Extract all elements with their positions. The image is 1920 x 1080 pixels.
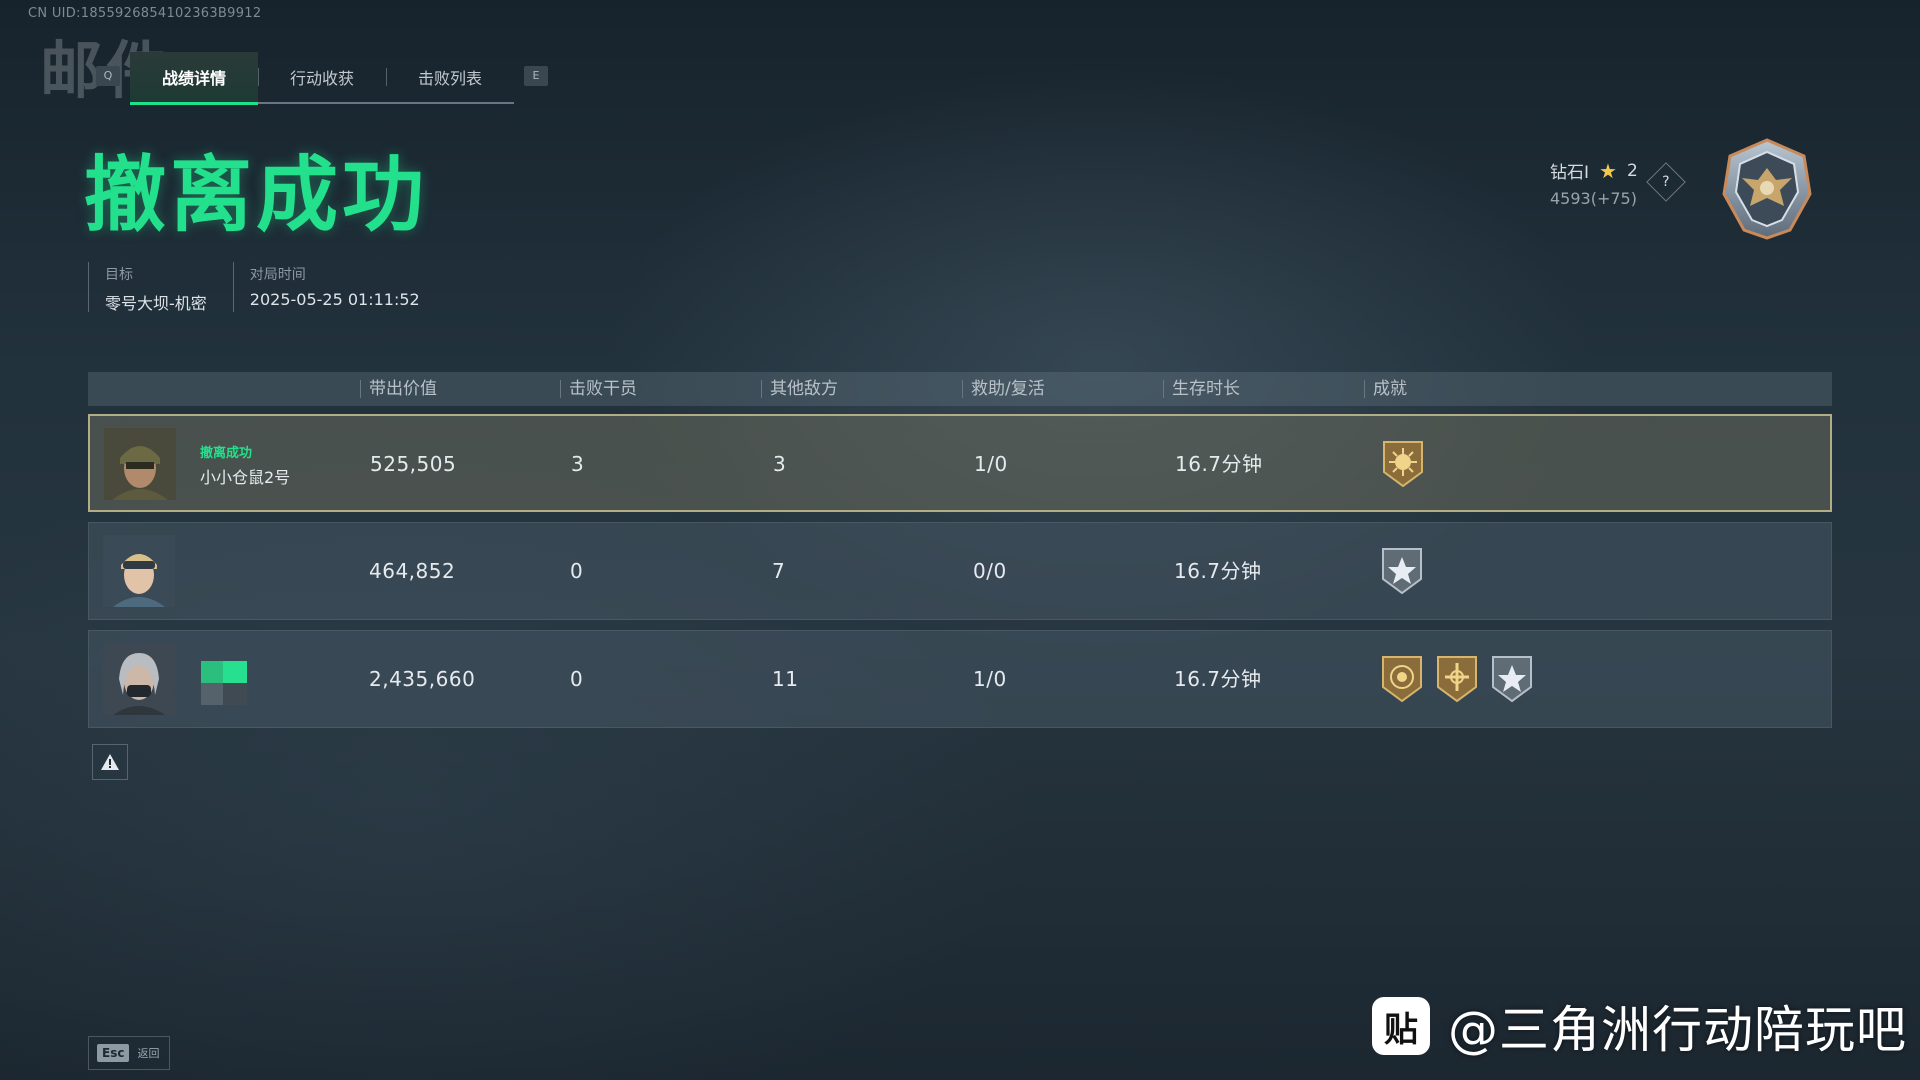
other-enemies: 7 — [772, 559, 786, 583]
col-extract-value: 带出价值 — [360, 380, 437, 398]
time-block: 对局时间 2025-05-25 01:11:52 — [232, 262, 446, 312]
time-value: 2025-05-25 01:11:52 — [249, 290, 420, 309]
table-row[interactable]: 撤离成功 小小仓鼠2号 525,505 3 3 1/0 16.7分钟 — [88, 414, 1832, 512]
watermark-text: @三角洲行动陪玩吧 — [1448, 1001, 1907, 1059]
col-operator-kills: 击败干员 — [560, 380, 637, 398]
target-label: 目标 — [105, 267, 133, 283]
extract-value: 2,435,660 — [369, 667, 476, 691]
table-row[interactable]: 2,435,660 0 11 1/0 16.7分钟 — [88, 630, 1832, 728]
tieba-watermark: 贴 @三角洲行动陪玩吧 — [1372, 994, 1907, 1059]
silver-star-badge-icon[interactable] — [1489, 653, 1535, 705]
rank-tier: 钻石I — [1550, 163, 1590, 183]
uid-label: CN UID:1855926854102363B9912 — [28, 6, 262, 21]
other-enemies: 11 — [772, 667, 799, 691]
operator-avatar-icon — [103, 643, 175, 715]
gold-sun-badge-icon[interactable] — [1380, 438, 1426, 490]
rank-help-button[interactable]: ? — [1646, 162, 1686, 202]
player-name: 小小仓鼠2号 — [200, 468, 291, 487]
next-tab-key[interactable]: E — [524, 66, 548, 86]
help-icon: ? — [1662, 174, 1670, 190]
table-header: 带出价值 击败干员 其他敌方 救助/复活 生存时长 成就 — [88, 372, 1832, 406]
survival-time: 16.7分钟 — [1174, 559, 1262, 583]
page-title: 撤离成功 — [84, 148, 429, 243]
col-survival-time: 生存时长 — [1163, 380, 1240, 398]
tab-kill-list[interactable]: 击败列表 — [386, 52, 514, 104]
col-assist-revive: 救助/复活 — [962, 380, 1045, 398]
operator-avatar-icon — [103, 535, 175, 607]
operator-kills: 0 — [570, 559, 584, 583]
warning-icon — [101, 754, 119, 770]
rank-stars: 2 — [1626, 160, 1638, 181]
extract-value: 525,505 — [370, 452, 457, 476]
operator-kills: 3 — [571, 452, 585, 476]
report-button[interactable] — [92, 744, 128, 780]
silver-star-badge-icon[interactable] — [1379, 545, 1425, 597]
gold-target-badge-icon[interactable] — [1379, 653, 1425, 705]
tab-bar: Q 战绩详情 行动收获 击败列表 E — [96, 52, 548, 105]
col-achievements: 成就 — [1364, 380, 1407, 398]
other-enemies: 3 — [773, 452, 787, 476]
back-button[interactable]: Esc 返回 — [88, 1036, 170, 1070]
tab-record-details[interactable]: 战绩详情 — [130, 52, 258, 105]
diamond-rank-badge-icon — [1722, 138, 1812, 240]
survival-time: 16.7分钟 — [1175, 452, 1263, 476]
survival-time: 16.7分钟 — [1174, 667, 1262, 691]
back-label: 返回 — [137, 1047, 160, 1060]
star-icon: ★ — [1599, 158, 1617, 183]
col-other-enemies: 其他敌方 — [761, 380, 838, 398]
results-table: 带出价值 击败干员 其他敌方 救助/复活 生存时长 成就 撤离成功 小小仓鼠2号… — [88, 372, 1832, 728]
target-value: 零号大坝-机密 — [105, 294, 207, 313]
match-meta: 目标 零号大坝-机密 对局时间 2025-05-25 01:11:52 — [88, 262, 446, 313]
table-row[interactable]: 464,852 0 7 0/0 16.7分钟 — [88, 522, 1832, 620]
gold-cross-badge-icon[interactable] — [1434, 653, 1480, 705]
tieba-logo-icon: 贴 — [1372, 997, 1430, 1055]
censored-name-mosaic — [201, 661, 247, 705]
assist-revive: 1/0 — [973, 667, 1007, 691]
prev-tab-key[interactable]: Q — [96, 66, 120, 86]
target-block: 目标 零号大坝-机密 — [88, 262, 233, 313]
tabs: 战绩详情 行动收获 击败列表 — [130, 52, 514, 105]
rank-info: 钻石I ★ 2 4593(+75) — [1550, 158, 1638, 209]
tab-action-loot[interactable]: 行动收获 — [258, 52, 386, 104]
esc-key: Esc — [97, 1044, 130, 1062]
rank-score: 4593(+75) — [1550, 189, 1637, 208]
extract-status: 撤离成功 — [200, 446, 253, 461]
operator-kills: 0 — [570, 667, 584, 691]
assist-revive: 1/0 — [974, 452, 1008, 476]
operator-avatar-icon — [104, 428, 176, 500]
assist-revive: 0/0 — [973, 559, 1007, 583]
extract-value: 464,852 — [369, 559, 456, 583]
time-label: 对局时间 — [249, 267, 306, 283]
